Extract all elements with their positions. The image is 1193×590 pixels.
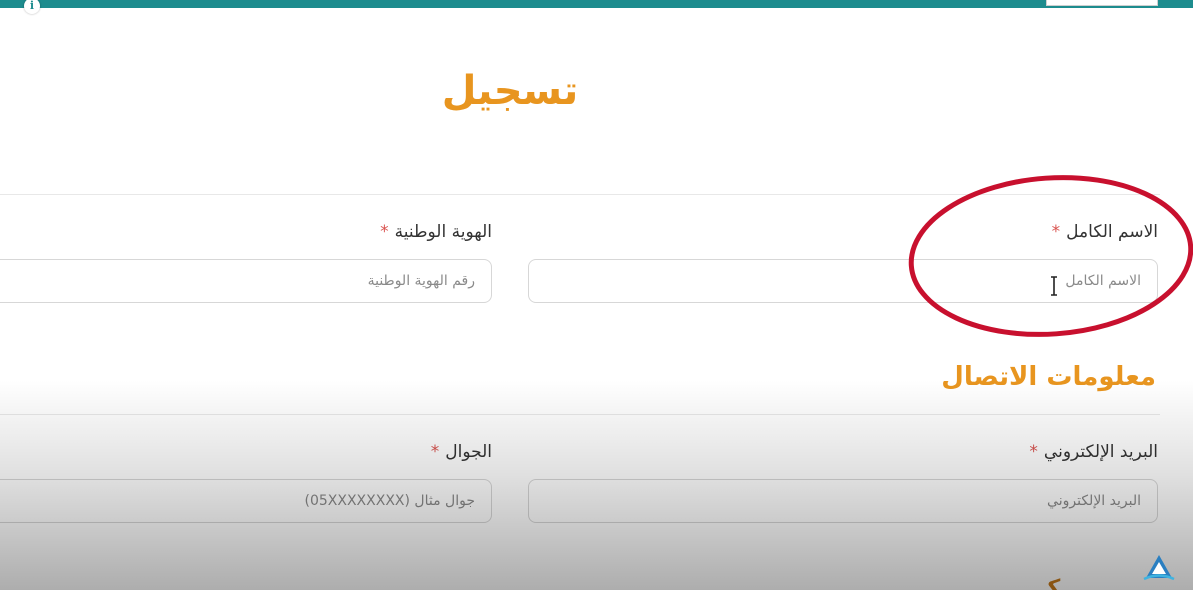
top-bar: [0, 0, 1193, 8]
full-name-input[interactable]: [528, 259, 1158, 303]
divider-top: [0, 194, 1160, 195]
email-label: البريد الإلكتروني*: [1029, 442, 1158, 462]
email-label-text: البريد الإلكتروني: [1043, 442, 1158, 462]
mobile-label-text: الجوال: [445, 442, 492, 462]
full-name-label-text: الاسم الكامل: [1066, 222, 1158, 242]
contact-section-title: معلومات الاتصال: [941, 362, 1156, 392]
next-section-title-partial: كـ: [1040, 576, 1061, 590]
national-id-label-text: الهوية الوطنية: [394, 222, 492, 242]
national-id-input[interactable]: [0, 259, 492, 303]
required-mark: *: [380, 222, 389, 242]
full-name-label: الاسم الكامل*: [1052, 222, 1158, 242]
required-mark: *: [430, 442, 440, 462]
required-mark: *: [1051, 222, 1061, 242]
info-icon[interactable]: i: [24, 0, 40, 14]
top-tab[interactable]: [1046, 0, 1158, 6]
divider-contact: [0, 414, 1160, 415]
mobile-input[interactable]: [0, 479, 492, 523]
highlight-circle: [908, 175, 1193, 337]
national-id-label: الهوية الوطنية*: [380, 222, 492, 242]
page-title: تسجيل: [441, 68, 579, 114]
email-input[interactable]: [528, 479, 1158, 523]
required-mark: *: [1029, 442, 1038, 462]
mobile-label: الجوال*: [431, 442, 492, 462]
logo-icon: [1143, 555, 1175, 581]
